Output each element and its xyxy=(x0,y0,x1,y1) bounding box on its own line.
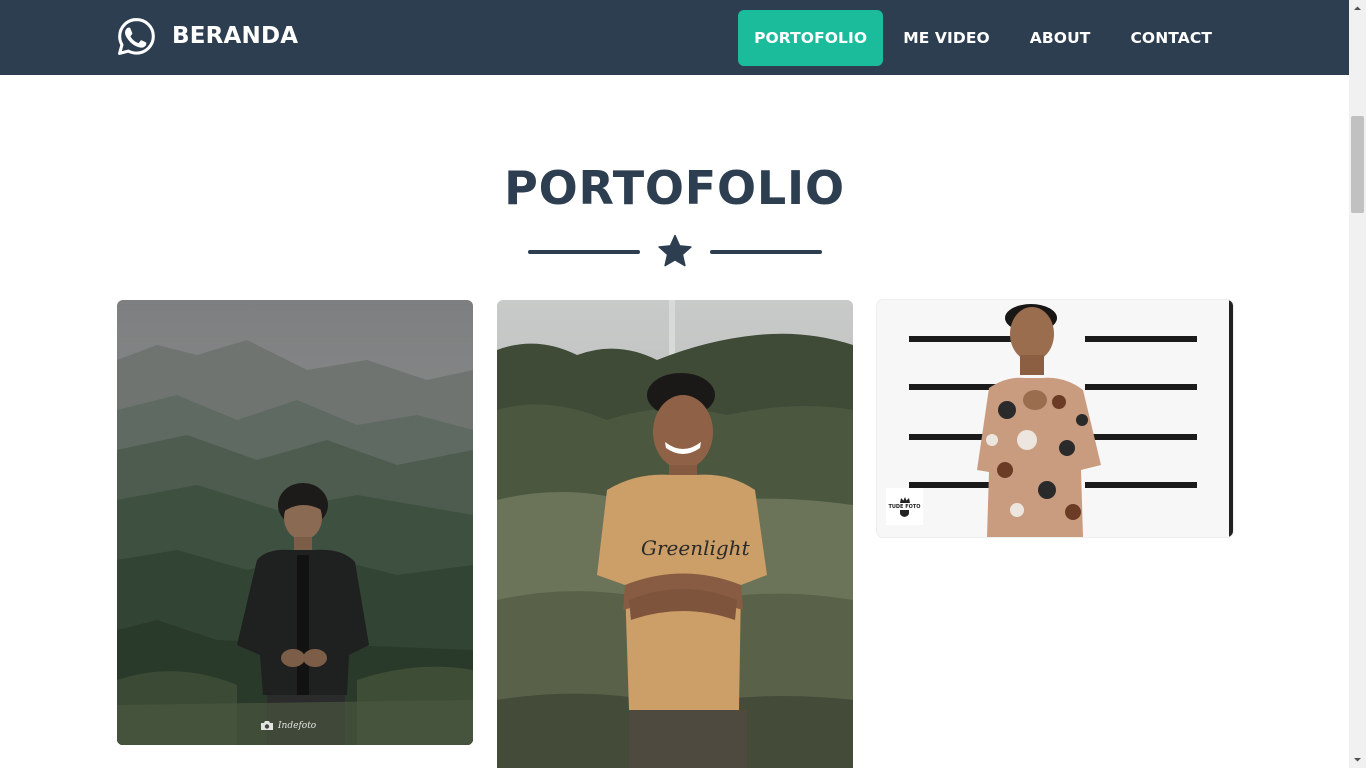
nav-link-portofolio[interactable]: PORTOFOLIO xyxy=(738,10,884,66)
portfolio-item-2[interactable]: Greenlight xyxy=(497,300,853,768)
brand-link[interactable]: BERANDA xyxy=(116,14,298,58)
svg-text:Greenlight: Greenlight xyxy=(641,536,751,560)
chevron-up-icon xyxy=(1354,6,1361,10)
star-icon xyxy=(658,234,692,267)
nav-link-about[interactable]: ABOUT xyxy=(1010,10,1111,66)
section-divider xyxy=(528,234,822,270)
photographer-badge: TUDE FOTO xyxy=(886,488,923,525)
scroll-up-arrow[interactable] xyxy=(1349,0,1366,17)
portfolio-photo-3 xyxy=(877,300,1233,537)
nav-link-me-video[interactable]: ME VIDEO xyxy=(883,10,1010,66)
whatsapp-icon xyxy=(118,17,155,55)
portfolio-photo-1 xyxy=(117,300,473,745)
navbar: BERANDA PORTOFOLIO ME VIDEO ABOUT CONTAC… xyxy=(0,0,1349,75)
portfolio-item-1[interactable]: Indefoto xyxy=(117,300,473,745)
camera-icon xyxy=(261,721,273,730)
chevron-down-icon xyxy=(1354,758,1361,762)
crown-icon xyxy=(899,497,910,503)
scroll-down-arrow[interactable] xyxy=(1349,751,1366,768)
nav-menu: PORTOFOLIO ME VIDEO ABOUT CONTACT xyxy=(738,10,1232,66)
portfolio-photo-2: Greenlight xyxy=(497,300,853,768)
page-scrollbar[interactable] xyxy=(1349,0,1366,768)
shield-icon xyxy=(900,510,909,517)
brand-text: BERANDA xyxy=(172,23,299,49)
divider-line-left xyxy=(528,250,640,254)
photo-watermark: Indefoto xyxy=(260,720,316,731)
section-title: PORTOFOLIO xyxy=(504,161,845,215)
divider-line-right xyxy=(710,250,822,254)
watermark-text: Indefoto xyxy=(278,720,317,731)
nav-link-contact[interactable]: CONTACT xyxy=(1110,10,1232,66)
scroll-thumb[interactable] xyxy=(1351,116,1364,213)
portfolio-item-3[interactable]: TUDE FOTO xyxy=(877,300,1233,537)
